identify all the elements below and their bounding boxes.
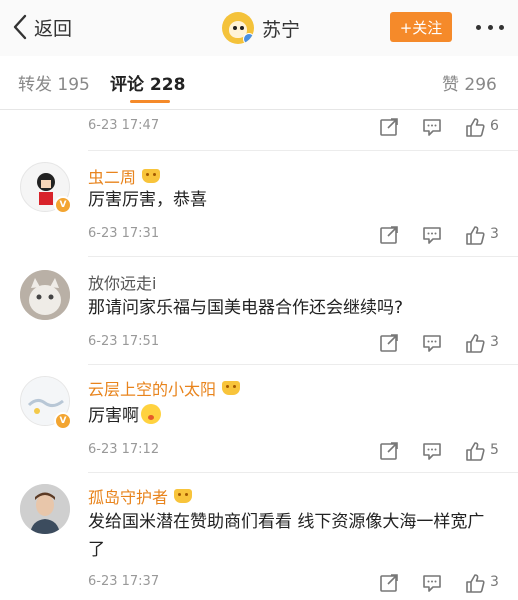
- tab-bar: 转发 195 评论 228 赞 296: [0, 56, 518, 110]
- comment-time: 6-23 17:37: [88, 574, 160, 589]
- comment-text: 发给国米潜在赞助商们看看 线下资源像大海一样宽广了: [88, 512, 485, 560]
- share-icon[interactable]: [378, 572, 400, 594]
- share-icon[interactable]: [378, 224, 400, 246]
- crown-icon: [142, 169, 161, 183]
- divider: [88, 256, 518, 257]
- like-icon[interactable]: [464, 572, 486, 594]
- comment-time: 6-23 17:51: [88, 334, 160, 349]
- tab-reposts[interactable]: 转发 195: [18, 70, 90, 95]
- page-title: 苏宁: [262, 18, 301, 41]
- verified-icon: [243, 33, 254, 44]
- comment-time: 6-23 17:12: [88, 442, 160, 457]
- verified-badge: V: [54, 196, 72, 214]
- divider: [88, 472, 518, 473]
- tab-active-indicator: [130, 100, 170, 103]
- top-bar: 返回 苏宁 +关注: [0, 0, 518, 56]
- follow-button[interactable]: +关注: [390, 12, 452, 42]
- crown-icon: [174, 489, 193, 503]
- username-text: 虫二周: [88, 168, 137, 187]
- comment-time: 6-23 17:47: [88, 118, 160, 133]
- comment-username[interactable]: 云层上空的小太阳: [88, 376, 241, 400]
- like-icon[interactable]: [464, 116, 486, 138]
- comment-text: 那请问家乐福与国美电器合作还会继续吗?: [88, 298, 404, 318]
- comment-icon[interactable]: [421, 440, 443, 462]
- comment-meta-row: 6-23 17:12 5: [88, 440, 508, 462]
- username-text: 孤岛守护者: [88, 488, 169, 507]
- back-chevron-icon: [13, 14, 27, 40]
- tab-comments[interactable]: 评论 228: [110, 70, 185, 95]
- comment-username[interactable]: 孤岛守护者: [88, 484, 193, 508]
- tab-likes[interactable]: 赞 296: [442, 70, 497, 95]
- comment-meta-row: 6-23 17:31 3: [88, 224, 508, 246]
- divider: [88, 150, 518, 151]
- avatar[interactable]: [20, 270, 70, 320]
- avatar[interactable]: [20, 484, 70, 534]
- divider: [88, 364, 518, 365]
- comment-username[interactable]: 虫二周: [88, 164, 161, 188]
- verified-badge: V: [54, 412, 72, 430]
- like-count: 3: [490, 574, 499, 590]
- share-icon[interactable]: [378, 440, 400, 462]
- comment-text: 厉害厉害，恭喜: [88, 190, 207, 210]
- comment-meta-row: 6-23 17:37 3: [88, 572, 508, 594]
- username-text: 云层上空的小太阳: [88, 380, 217, 399]
- like-icon[interactable]: [464, 332, 486, 354]
- back-button[interactable]: 返回: [12, 12, 72, 42]
- like-icon[interactable]: [464, 224, 486, 246]
- like-count: 3: [490, 334, 499, 350]
- like-count: 5: [490, 442, 499, 458]
- account-avatar: [222, 12, 254, 44]
- back-label: 返回: [34, 17, 73, 40]
- crown-icon: [222, 381, 241, 395]
- comment-icon[interactable]: [421, 572, 443, 594]
- like-count: 6: [490, 118, 499, 134]
- comment-text: 厉害啊: [88, 402, 488, 430]
- comment-text-content: 厉害啊: [88, 406, 139, 426]
- comment-username[interactable]: 放你远走i: [88, 270, 156, 294]
- comment-meta-row: 6-23 17:51 3: [88, 332, 508, 354]
- comment-meta-row: 6-23 17:47 6: [88, 116, 508, 138]
- comment-icon[interactable]: [421, 332, 443, 354]
- emoji-icon: [141, 404, 161, 424]
- comment-time: 6-23 17:31: [88, 226, 160, 241]
- page-title-group[interactable]: 苏宁: [222, 10, 300, 46]
- comment-icon[interactable]: [421, 224, 443, 246]
- more-dots-icon[interactable]: [476, 18, 504, 36]
- like-count: 3: [490, 226, 499, 242]
- share-icon[interactable]: [378, 332, 400, 354]
- like-icon[interactable]: [464, 440, 486, 462]
- share-icon[interactable]: [378, 116, 400, 138]
- comment-icon[interactable]: [421, 116, 443, 138]
